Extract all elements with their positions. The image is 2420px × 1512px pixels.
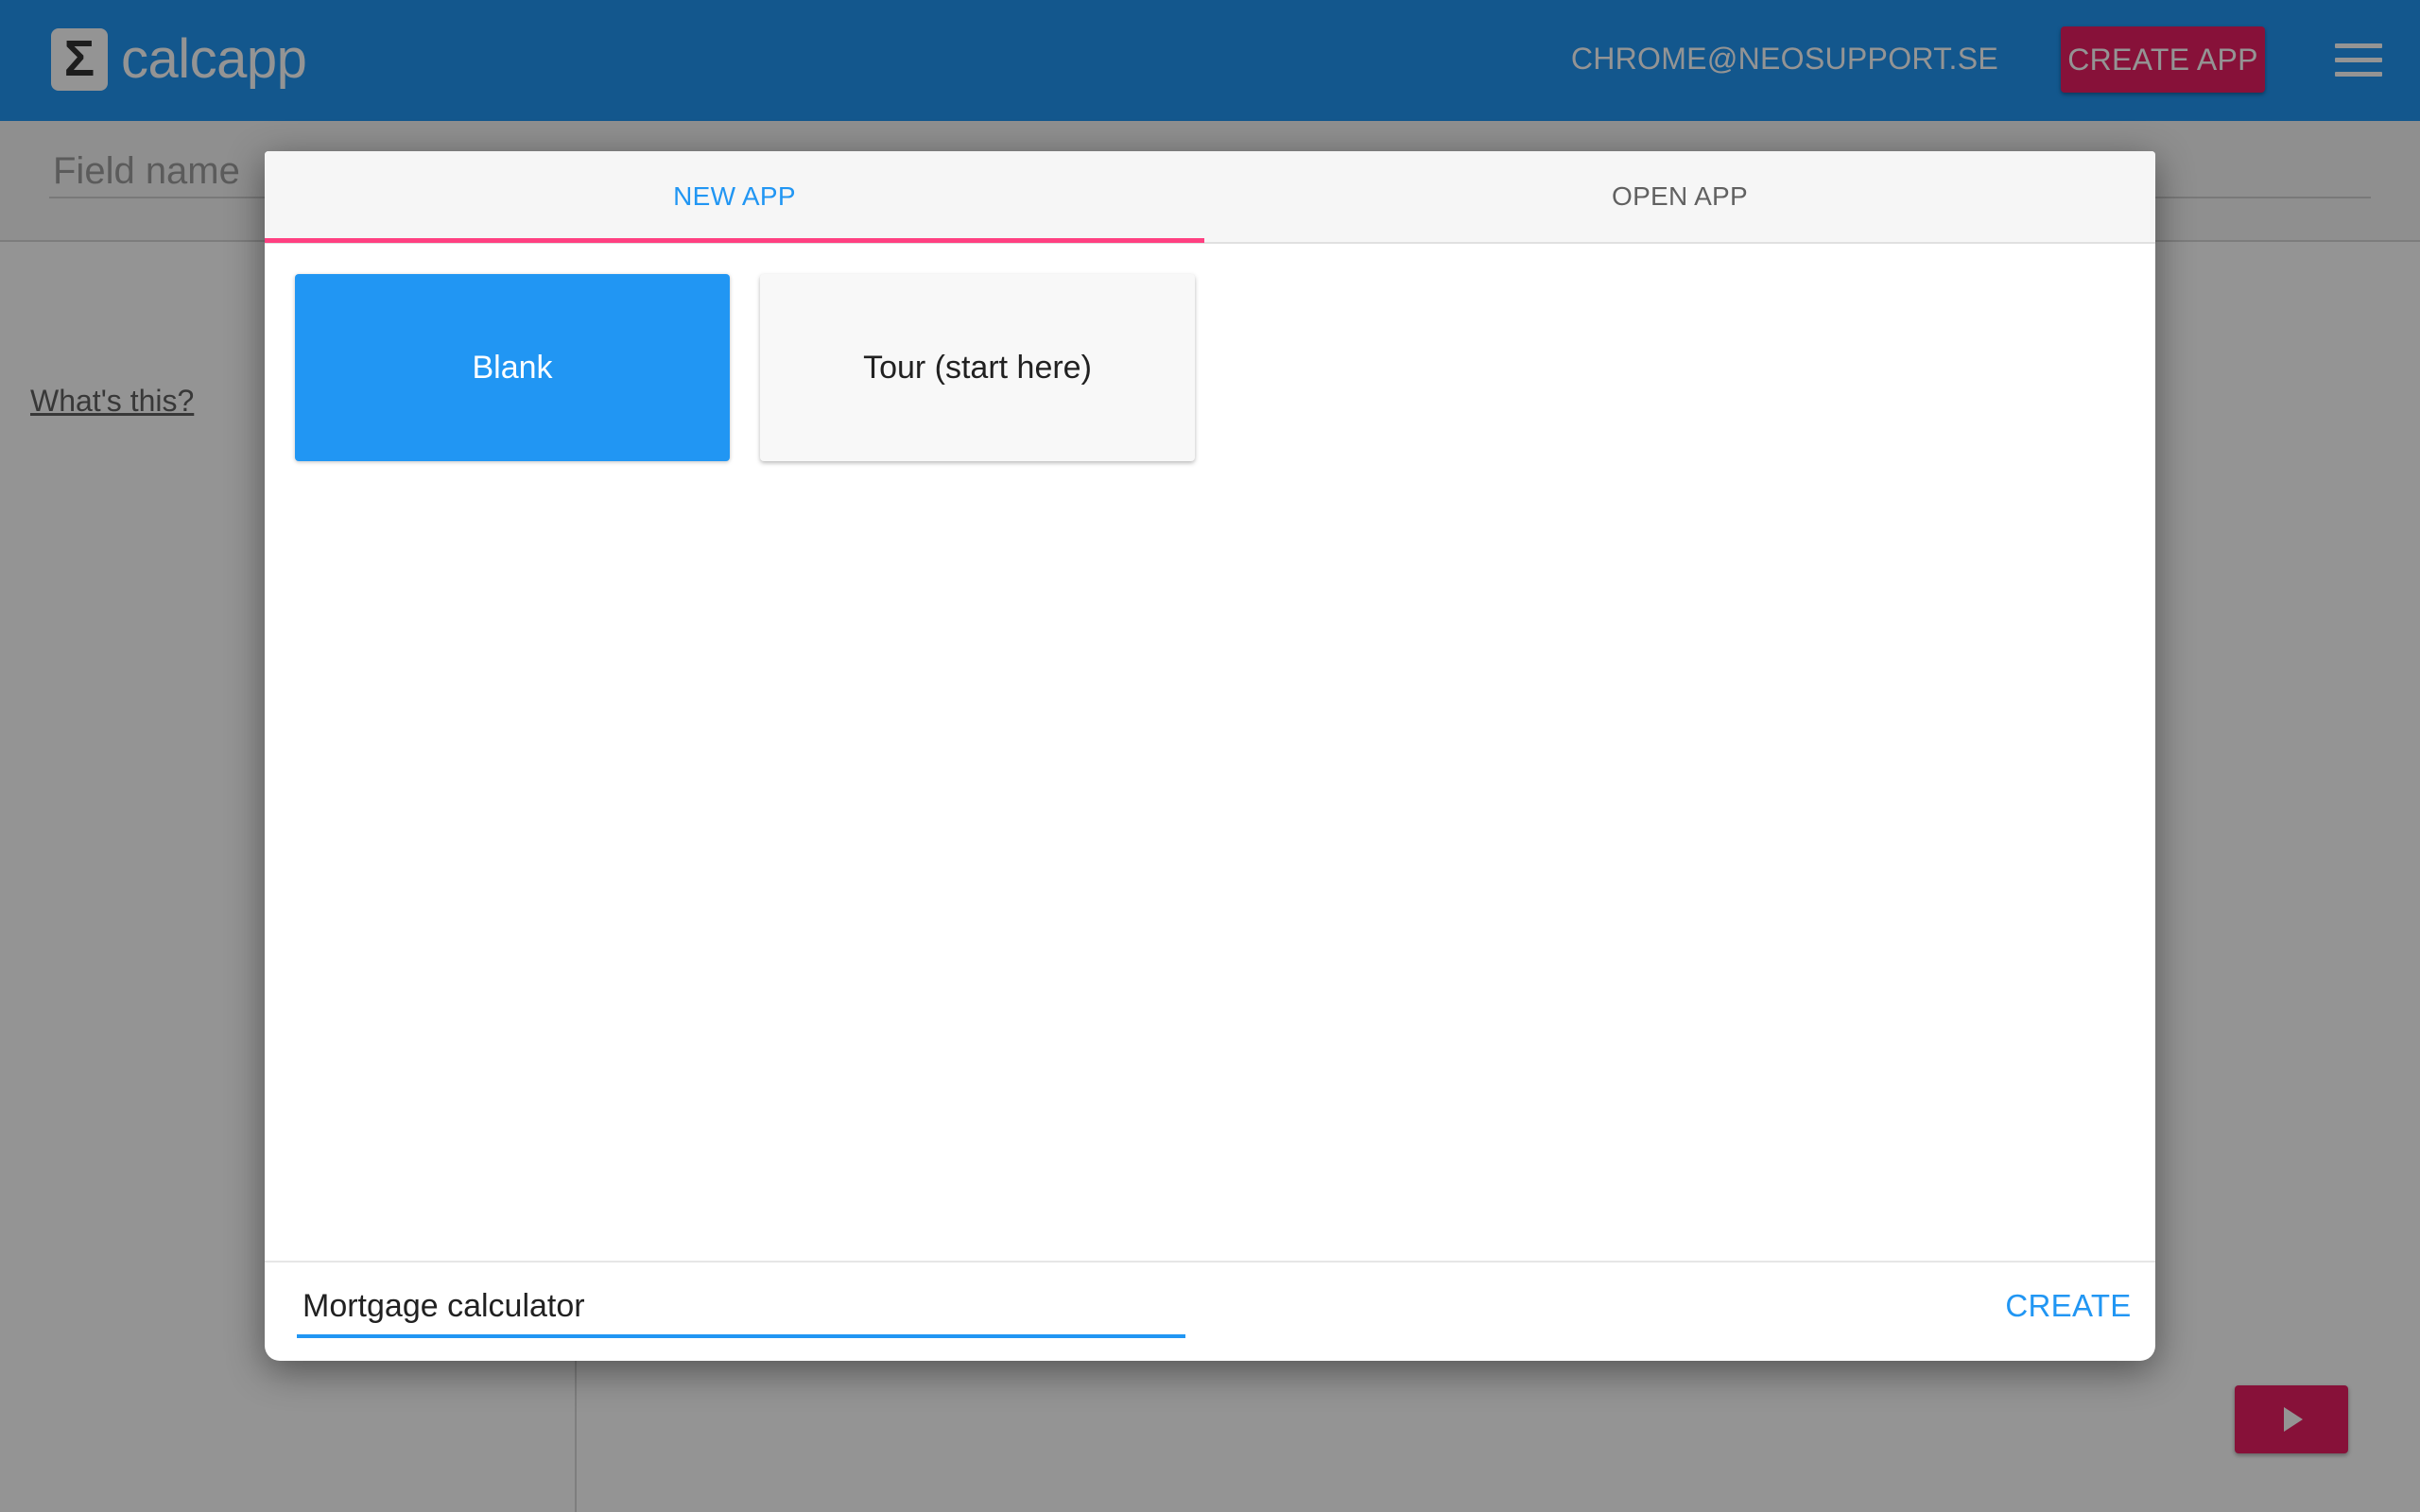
app-name-input[interactable]: [299, 1283, 1185, 1329]
create-button[interactable]: CREATE: [2002, 1276, 2135, 1336]
footer-divider: [265, 1261, 2155, 1263]
template-tour-card[interactable]: Tour (start here): [760, 274, 1195, 461]
tab-open-app[interactable]: OPEN APP: [1204, 151, 2155, 242]
tab-new-app[interactable]: NEW APP: [265, 151, 1204, 242]
template-blank-card[interactable]: Blank: [295, 274, 730, 461]
tab-indicator: [265, 238, 1204, 243]
dialog-tabs: NEW APP OPEN APP: [265, 151, 2155, 244]
app-name-underline: [297, 1334, 1185, 1338]
new-app-dialog: NEW APP OPEN APP Blank Tour (start here)…: [265, 151, 2155, 1361]
